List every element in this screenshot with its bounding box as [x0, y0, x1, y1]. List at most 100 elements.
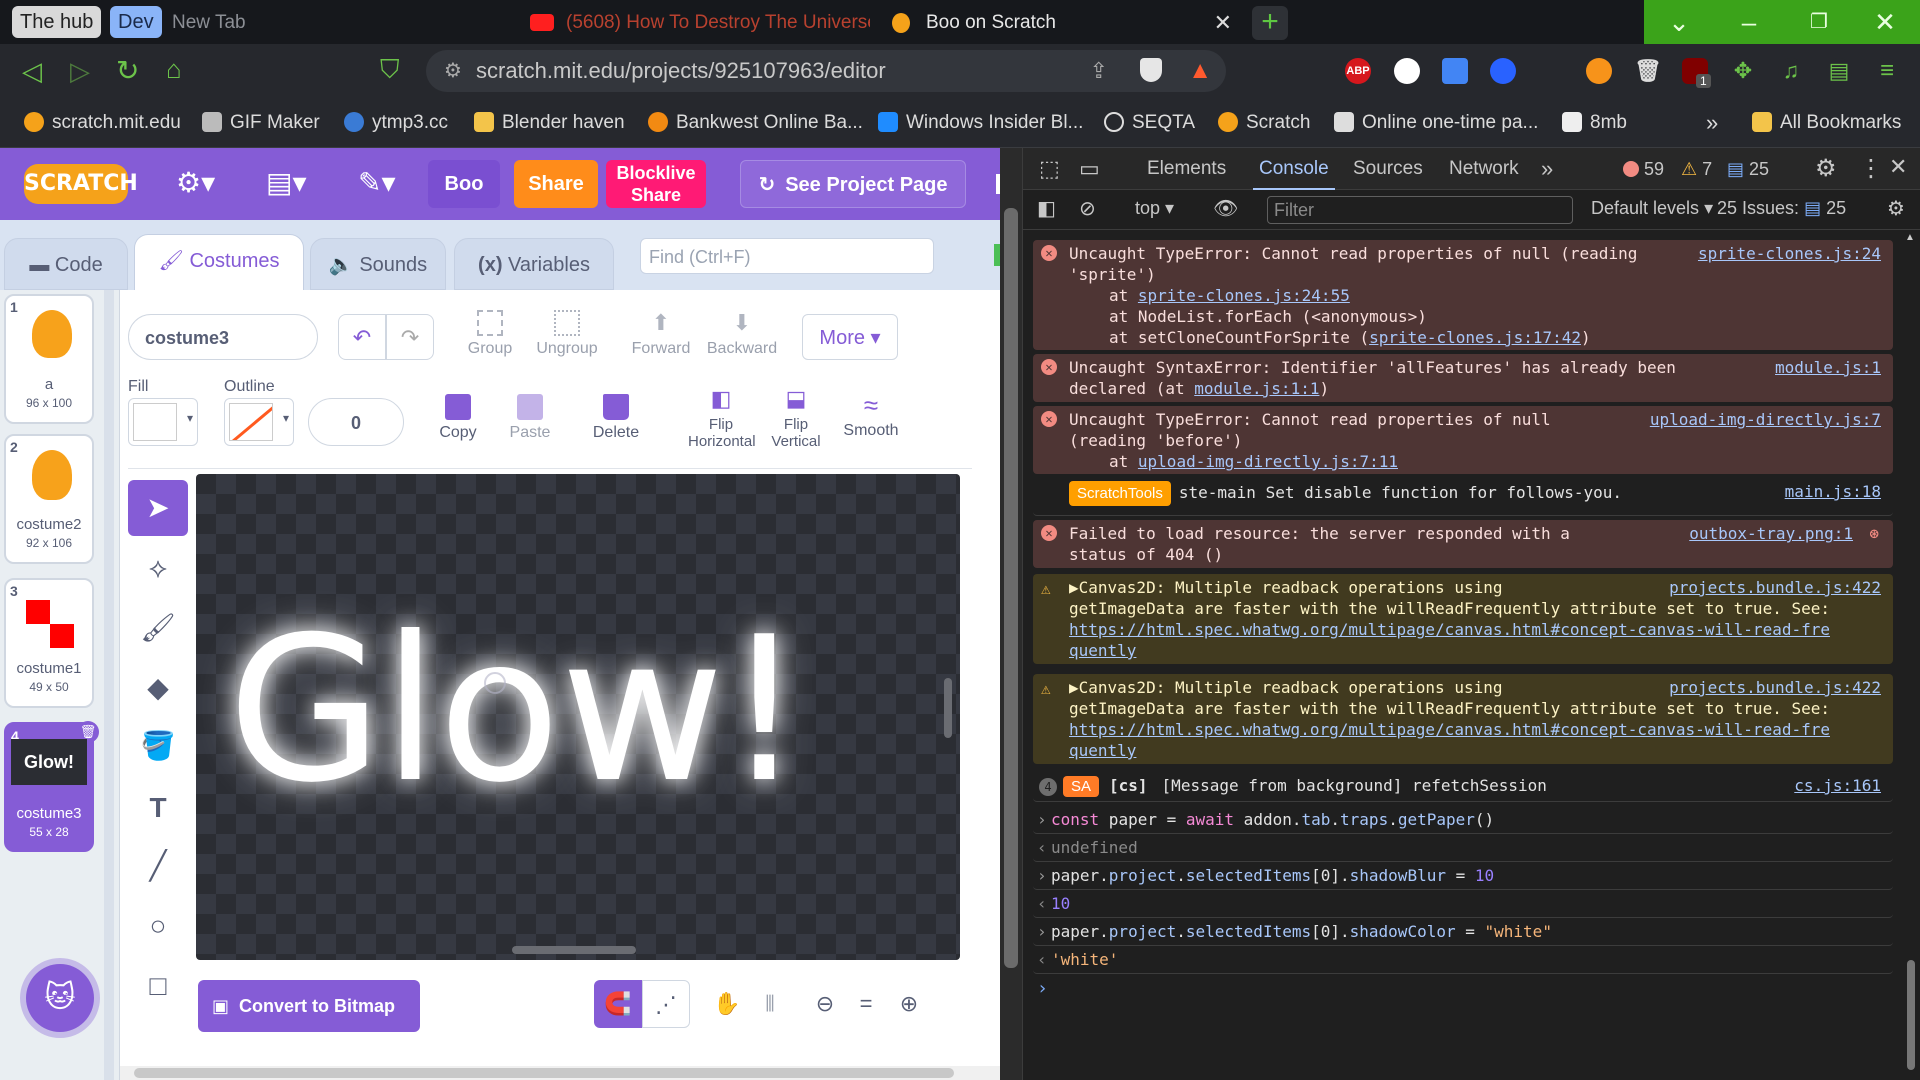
- trash-extension-icon[interactable]: 🗑: [1634, 58, 1662, 84]
- stack-link[interactable]: upload-img-directly.js:7:11: [1138, 452, 1398, 471]
- zoom-out-button[interactable]: ⊖: [804, 980, 846, 1028]
- brush-tool[interactable]: 🖌: [128, 600, 188, 656]
- bookmark-folder[interactable]: Blender haven: [474, 108, 625, 138]
- close-window-button[interactable]: ✕: [1850, 0, 1920, 44]
- flip-horizontal-button[interactable]: ◧ Flip Horizontal: [688, 386, 756, 450]
- delete-button[interactable]: Delete: [586, 394, 646, 442]
- error-count-badge[interactable]: 59: [1623, 148, 1664, 190]
- tab-variables[interactable]: (x) Variables: [454, 238, 614, 290]
- paint-canvas[interactable]: Glow!: [196, 474, 960, 960]
- site-info-icon[interactable]: ⚙: [444, 50, 462, 92]
- bookmark-item[interactable]: scratch.mit.edu: [24, 108, 181, 138]
- close-devtools-icon[interactable]: ✕: [1889, 154, 1907, 180]
- source-link[interactable]: projects.bundle.js:422: [1669, 577, 1881, 598]
- source-link[interactable]: sprite-clones.js:24: [1698, 243, 1881, 264]
- edit-menu-icon[interactable]: ✎▾: [358, 166, 396, 199]
- source-link[interactable]: upload-img-directly.js:7: [1650, 409, 1881, 430]
- home-icon[interactable]: ⌂: [166, 54, 182, 85]
- hand-tool-button[interactable]: ✋: [704, 980, 750, 1028]
- choose-costume-button[interactable]: 🐱: [26, 964, 94, 1032]
- clear-console-icon[interactable]: ⊘: [1079, 196, 1096, 221]
- undo-button[interactable]: ↶: [338, 314, 386, 360]
- forward-button[interactable]: ⬆ Forward: [626, 310, 696, 358]
- file-menu-icon[interactable]: ▤▾: [266, 166, 307, 199]
- close-tab-icon[interactable]: ✕: [1214, 2, 1232, 44]
- tab-new-tab[interactable]: New Tab: [172, 2, 512, 44]
- tab-console[interactable]: Console: [1253, 148, 1335, 190]
- settings-gear-icon[interactable]: ⚙: [1815, 154, 1837, 183]
- bookmark-item[interactable]: Windows Insider Bl...: [878, 108, 1083, 138]
- stack-link[interactable]: sprite-clones.js:24:55: [1138, 286, 1350, 305]
- speedometer-extension-icon[interactable]: [1394, 58, 1420, 84]
- snap-toggle-button[interactable]: 🧲: [594, 980, 642, 1028]
- issues-button[interactable]: 25 Issues: ▤ 25: [1717, 198, 1846, 219]
- reload-icon[interactable]: ↻: [116, 54, 139, 87]
- network-icon[interactable]: ⊛: [1869, 523, 1879, 544]
- extensions-puzzle-icon[interactable]: ✥: [1730, 58, 1756, 84]
- source-link[interactable]: cs.js:161: [1794, 775, 1881, 796]
- media-music-icon[interactable]: ♫: [1778, 58, 1804, 84]
- costume-name-input[interactable]: costume3: [128, 314, 318, 360]
- tab-code[interactable]: ▬ Code: [4, 238, 128, 290]
- forward-icon[interactable]: ▷: [70, 56, 90, 87]
- console-scrollbar[interactable]: ▲: [1903, 232, 1917, 1078]
- translate-extension-icon[interactable]: [1442, 58, 1468, 84]
- zoom-reset-button[interactable]: =: [846, 980, 886, 1028]
- see-project-page-button[interactable]: ↻ See Project Page: [740, 160, 966, 208]
- stack-link[interactable]: module.js:1:1: [1194, 379, 1319, 398]
- tab-sources[interactable]: Sources: [1353, 148, 1423, 190]
- device-toolbar-icon[interactable]: ▭: [1079, 156, 1100, 182]
- doc-link[interactable]: https://html.spec.whatwg.org/multipage/c…: [1069, 619, 1887, 640]
- tab-group-the-hub[interactable]: The hub: [12, 6, 102, 38]
- more-options-icon[interactable]: ⋮: [1859, 154, 1883, 183]
- bookmark-item[interactable]: ytmp3.cc: [344, 108, 448, 138]
- brave-rewards-icon[interactable]: ▲: [1188, 50, 1212, 92]
- costume-item[interactable]: 2 costume2 92 x 106: [4, 434, 94, 564]
- adblock-plus-icon[interactable]: ABP: [1345, 58, 1371, 84]
- line-tool[interactable]: ╱: [128, 838, 188, 894]
- tab-group-dev[interactable]: Dev: [110, 6, 162, 38]
- bookmark-item[interactable]: SEQTA: [1104, 108, 1195, 138]
- address-bar[interactable]: ⚙ scratch.mit.edu/projects/925107963/edi…: [426, 50, 1226, 92]
- brave-shield-icon[interactable]: [1140, 58, 1162, 82]
- live-expression-eye-icon[interactable]: 👁: [1213, 196, 1238, 221]
- more-tabs-icon[interactable]: »: [1541, 148, 1553, 190]
- outline-width-input[interactable]: 0: [308, 398, 404, 446]
- eraser-tool[interactable]: ◆: [128, 660, 188, 716]
- smooth-button[interactable]: ≈ Smooth: [840, 392, 902, 440]
- costume-item[interactable]: 1 a 96 x 100: [4, 294, 94, 424]
- tab-sounds[interactable]: 🔈 Sounds: [310, 238, 446, 290]
- canvas-vertical-scrollbar[interactable]: [944, 678, 952, 738]
- settings-gear-icon[interactable]: ⚙▾: [176, 166, 215, 199]
- stack-link[interactable]: sprite-clones.js:17:42: [1369, 328, 1581, 347]
- sidebar-icon[interactable]: ▤: [1826, 58, 1852, 84]
- console-settings-icon[interactable]: ⚙: [1887, 196, 1905, 221]
- snap-mode-button[interactable]: ⋰: [642, 980, 690, 1028]
- back-icon[interactable]: ◁: [22, 56, 42, 87]
- tab-search-icon[interactable]: ⌄: [1644, 0, 1714, 44]
- select-tool[interactable]: ➤: [128, 480, 188, 536]
- tab-network[interactable]: Network: [1449, 148, 1519, 190]
- doc-link[interactable]: https://html.spec.whatwg.org/multipage/c…: [1069, 719, 1887, 740]
- grid-toggle-button[interactable]: ⦀: [750, 980, 790, 1028]
- outline-color-picker[interactable]: ▾: [224, 398, 294, 446]
- menu-icon[interactable]: ≡: [1874, 58, 1900, 84]
- log-levels-dropdown[interactable]: Default levels ▾: [1591, 198, 1713, 219]
- bookmark-item[interactable]: Scratch: [1218, 108, 1310, 138]
- find-input[interactable]: Find (Ctrl+F): [640, 238, 934, 274]
- share-icon[interactable]: ⇪: [1090, 50, 1108, 92]
- tab-elements[interactable]: Elements: [1147, 148, 1226, 190]
- tab-youtube[interactable]: (5608) How To Destroy The Universe -: [530, 2, 870, 44]
- fill-color-picker[interactable]: ▾: [128, 398, 198, 446]
- canvas-horizontal-scrollbar[interactable]: [512, 946, 636, 954]
- rectangle-tool[interactable]: □: [128, 958, 188, 1014]
- source-link[interactable]: projects.bundle.js:422: [1669, 677, 1881, 698]
- source-link[interactable]: main.js:18: [1785, 481, 1881, 502]
- minimize-button[interactable]: –: [1714, 0, 1784, 44]
- bookmark-item[interactable]: 8mb: [1562, 108, 1627, 138]
- costume-item-selected[interactable]: 4 🗑 Glow! costume3 55 x 28: [4, 721, 99, 852]
- context-selector[interactable]: top ▾: [1135, 198, 1174, 219]
- ungroup-button[interactable]: Ungroup: [528, 310, 606, 358]
- more-dropdown[interactable]: More ▾: [802, 314, 898, 360]
- page-scrollbar[interactable]: [1000, 148, 1022, 1080]
